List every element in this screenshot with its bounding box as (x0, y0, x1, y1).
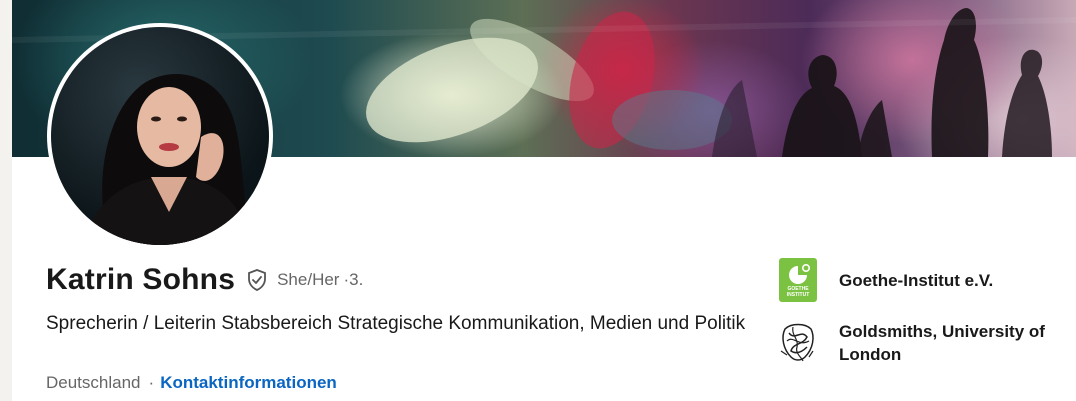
profile-card: Katrin Sohns She/Her ·3. Sprecherin / Le… (12, 0, 1076, 401)
profile-location: Deutschland (46, 373, 141, 392)
goethe-logo-text: GOETHE INSTITUT (786, 286, 810, 298)
profile-name-row: Katrin Sohns She/Her ·3. (46, 260, 363, 300)
goldsmiths-crest-icon (779, 321, 817, 365)
profile-headline: Sprecherin / Leiterin Stabsbereich Strat… (46, 313, 746, 334)
goethe-institut-logo-icon: GOETHE INSTITUT (779, 258, 817, 302)
organization-goldsmiths[interactable]: Goldsmiths, University of London (779, 320, 1076, 366)
contact-info-link[interactable]: Kontaktinformationen (160, 373, 337, 393)
connection-degree: ·3. (343, 270, 364, 289)
verified-shield-icon[interactable] (245, 268, 269, 292)
separator-dot: · (148, 373, 155, 392)
location-row: Deutschland · Kontaktinformationen (46, 373, 337, 393)
organization-name: Goldsmiths, University of London (839, 322, 1045, 364)
organization-goethe-institut[interactable]: GOETHE INSTITUT Goethe-Institut e.V. (779, 258, 1076, 302)
profile-photo-image (51, 27, 269, 245)
profile-photo[interactable] (47, 23, 273, 249)
profile-name: Katrin Sohns (46, 263, 236, 296)
organization-name: Goethe-Institut e.V. (839, 270, 994, 290)
pronouns: She/Her (277, 270, 340, 289)
